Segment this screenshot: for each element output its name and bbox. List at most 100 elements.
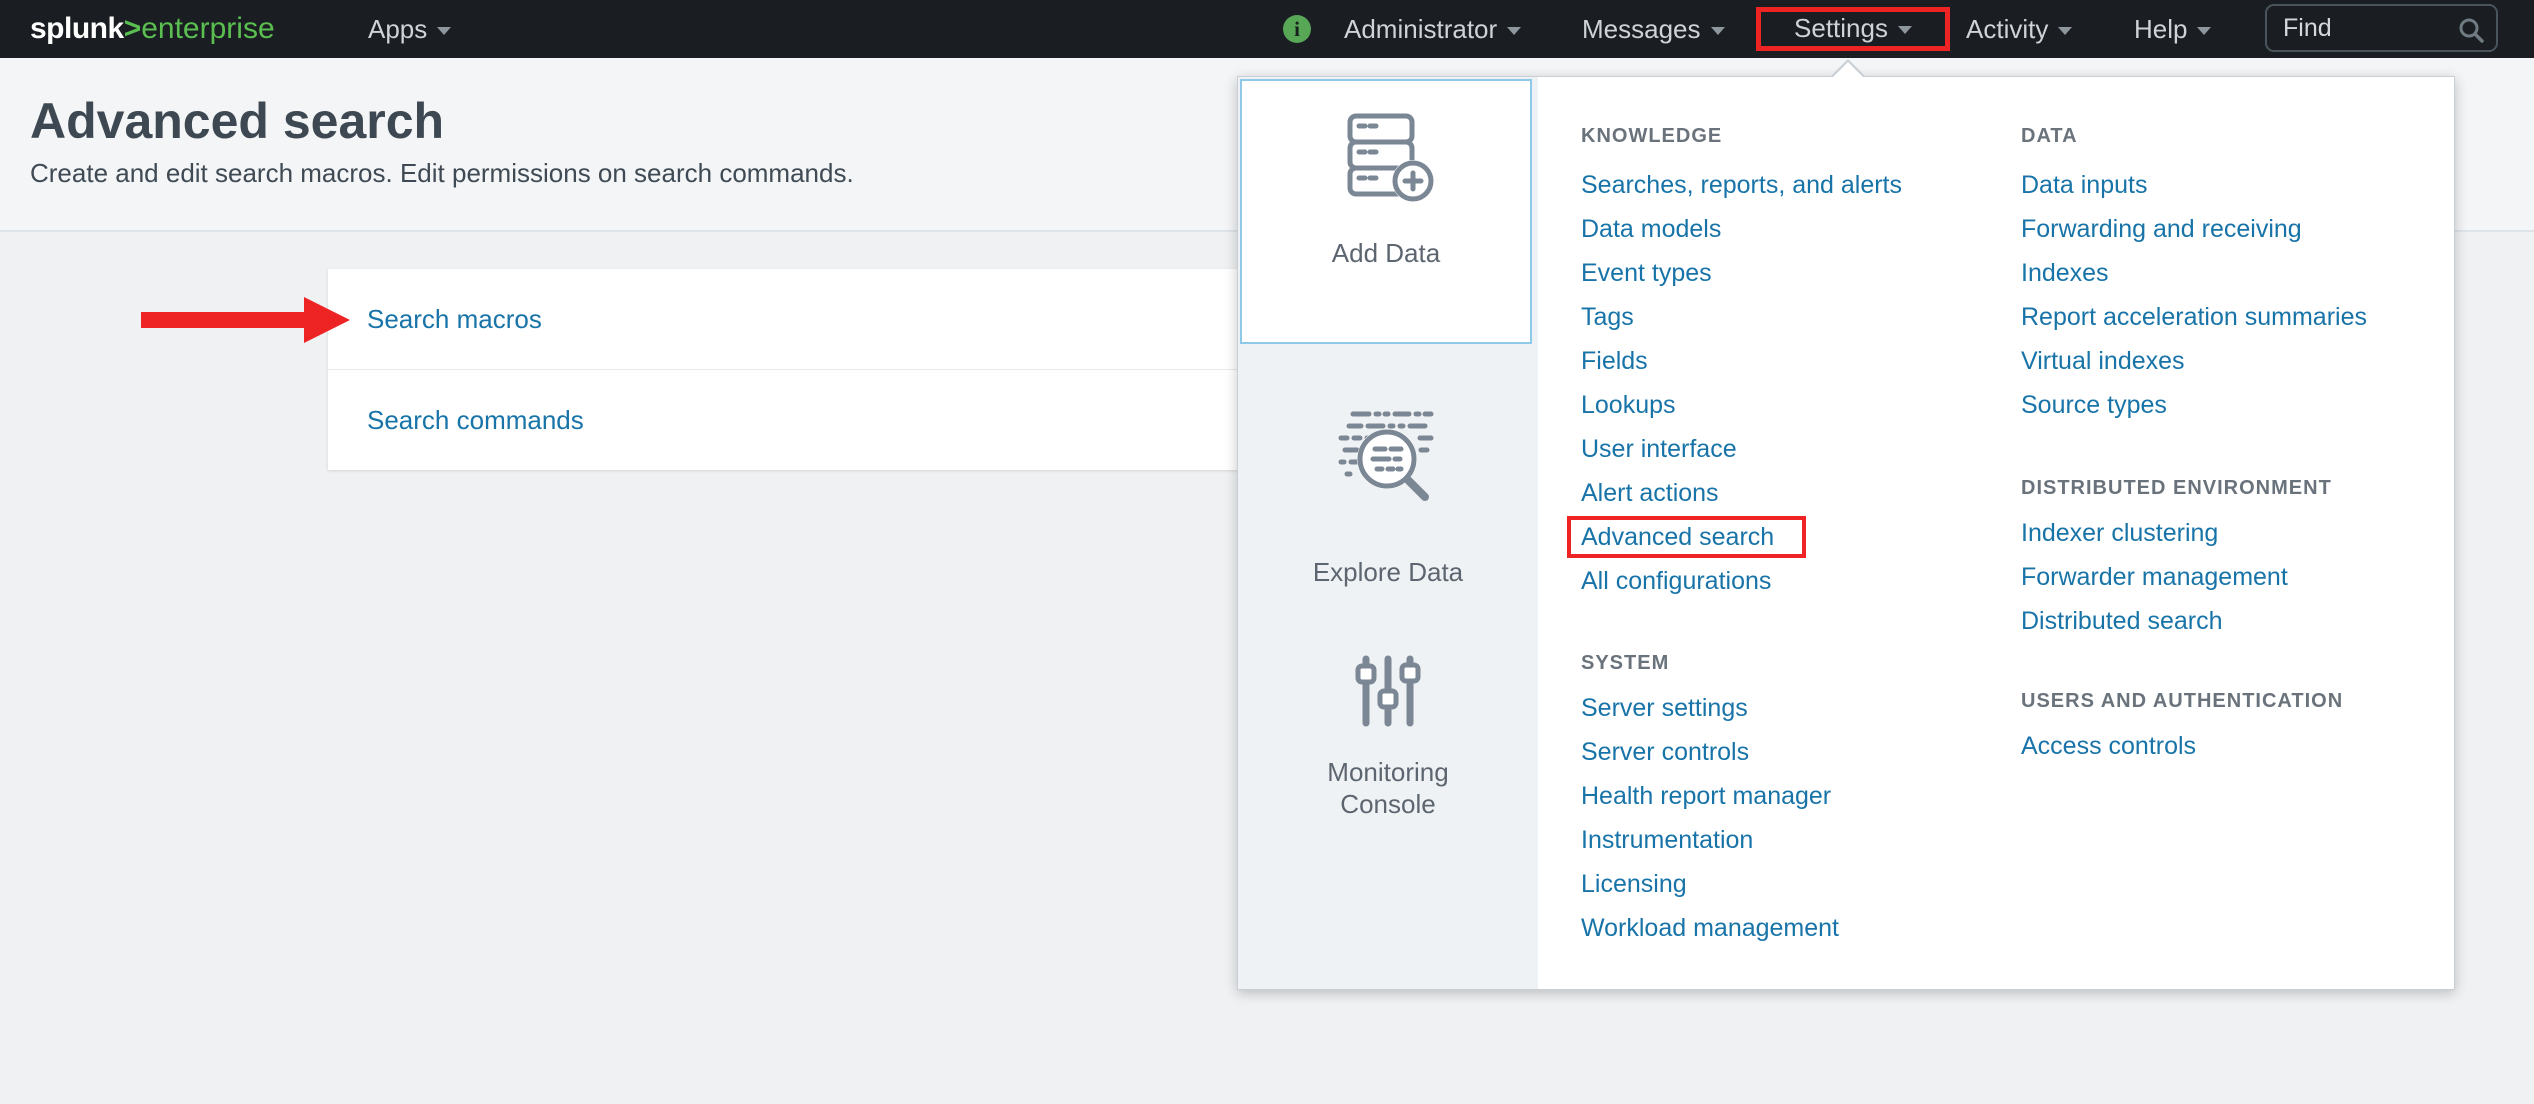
red-arrow-head (304, 297, 350, 343)
nav-settings-menu[interactable]: Settings (1761, 12, 1945, 46)
section-data: DATA Data inputs Forwarding and receivin… (2021, 123, 2451, 427)
nav-apps-menu[interactable]: Apps (368, 0, 451, 58)
settings-red-highlight-box: Settings (1756, 7, 1950, 51)
menu-item-indexer-clustering[interactable]: Indexer clustering (2021, 519, 2218, 547)
menu-item-event-types[interactable]: Event types (1581, 259, 1712, 287)
menu-item: Indexes (2021, 251, 2451, 295)
menu-item-server-settings[interactable]: Server settings (1581, 694, 1748, 722)
search-icon[interactable] (2458, 17, 2485, 44)
section-knowledge: KNOWLEDGE Searches, reports, and alerts … (1581, 123, 2001, 603)
menu-item-access-controls[interactable]: Access controls (2021, 732, 2196, 760)
nav-settings-label: Settings (1794, 13, 1888, 43)
nav-administrator-label: Administrator (1344, 14, 1497, 44)
menu-item: Event types (1581, 251, 2001, 295)
monitoring-console-tile[interactable]: Monitoring Console (1238, 653, 1538, 820)
menu-item-tags[interactable]: Tags (1581, 303, 1634, 331)
menu-item: Searches, reports, and alerts (1581, 163, 2001, 207)
menu-item: Lookups (1581, 383, 2001, 427)
chevron-down-icon (1711, 27, 1725, 35)
menu-item-searches-reports-alerts[interactable]: Searches, reports, and alerts (1581, 171, 1902, 199)
menu-item-alert-actions[interactable]: Alert actions (1581, 479, 1719, 507)
menu-item: Report acceleration summaries (2021, 295, 2451, 339)
nav-help-label: Help (2134, 14, 2187, 44)
chevron-down-icon (1898, 26, 1912, 34)
section-header-data: DATA (2021, 123, 2451, 149)
menu-item-forwarder-management[interactable]: Forwarder management (2021, 563, 2288, 591)
nav-messages-menu[interactable]: Messages (1582, 0, 1725, 58)
chevron-down-icon (437, 27, 451, 35)
find-search-input[interactable] (2267, 6, 2463, 50)
menu-item: Access controls (2021, 724, 2451, 768)
chevron-down-icon (1507, 27, 1521, 35)
menu-item: Forwarder management (2021, 555, 2451, 599)
menu-item-forwarding-receiving[interactable]: Forwarding and receiving (2021, 215, 2302, 243)
info-glyph: i (1294, 17, 1300, 41)
section-users-authentication: USERS AND AUTHENTICATION Access controls (2021, 688, 2451, 768)
search-macros-link[interactable]: Search macros (367, 304, 542, 334)
menu-item-source-types[interactable]: Source types (2021, 391, 2167, 419)
explore-data-icon (1335, 407, 1441, 511)
menu-item: Data inputs (2021, 163, 2451, 207)
section-header-knowledge: KNOWLEDGE (1581, 123, 2001, 149)
menu-item-fields[interactable]: Fields (1581, 347, 1648, 375)
menu-item-report-acceleration-summaries[interactable]: Report acceleration summaries (2021, 303, 2367, 331)
red-arrow-tail (141, 312, 304, 328)
menu-item-instrumentation[interactable]: Instrumentation (1581, 826, 1753, 854)
menu-item: Licensing (1581, 862, 2001, 906)
menu-item-workload-management[interactable]: Workload management (1581, 914, 1839, 942)
menu-item-virtual-indexes[interactable]: Virtual indexes (2021, 347, 2185, 375)
menu-item: Server settings (1581, 686, 2001, 730)
menu-item-licensing[interactable]: Licensing (1581, 870, 1687, 898)
find-search-box (2265, 4, 2498, 52)
menu-item: Indexer clustering (2021, 511, 2451, 555)
chevron-down-icon (2197, 27, 2211, 35)
splunk-logo[interactable]: splunk>enterprise (30, 0, 275, 58)
monitoring-console-label: Monitoring Console (1303, 756, 1473, 820)
explore-data-tile[interactable]: Explore Data (1238, 407, 1538, 588)
section-distributed-environment: DISTRIBUTED ENVIRONMENT Indexer clusteri… (2021, 475, 2451, 643)
menu-item: Instrumentation (1581, 818, 2001, 862)
menu-item-advanced-search[interactable]: Advanced search (1567, 516, 1806, 558)
info-icon[interactable]: i (1283, 15, 1311, 43)
menu-item-all-configurations[interactable]: All configurations (1581, 567, 1771, 595)
menu-item: Forwarding and receiving (2021, 207, 2451, 251)
explore-data-label: Explore Data (1238, 556, 1538, 588)
menu-item: Virtual indexes (2021, 339, 2451, 383)
menu-item-distributed-search[interactable]: Distributed search (2021, 607, 2222, 635)
logo-product: enterprise (141, 12, 274, 45)
menu-item-lookups[interactable]: Lookups (1581, 391, 1676, 419)
dropdown-icon-column: Add Data Explore Data (1238, 77, 1538, 989)
menu-item-data-models[interactable]: Data models (1581, 215, 1721, 243)
add-data-label: Add Data (1332, 237, 1440, 269)
section-header-distributed-environment: DISTRIBUTED ENVIRONMENT (2021, 475, 2451, 501)
menu-item: Alert actions (1581, 471, 2001, 515)
menu-item-data-inputs[interactable]: Data inputs (2021, 171, 2147, 199)
menu-item: Data models (1581, 207, 2001, 251)
menu-item: User interface (1581, 427, 2001, 471)
chevron-down-icon (2058, 27, 2072, 35)
nav-administrator-menu[interactable]: Administrator (1344, 0, 1521, 58)
menu-item: Fields (1581, 339, 2001, 383)
menu-item: Source types (2021, 383, 2451, 427)
database-add-icon (1336, 111, 1436, 203)
nav-help-menu[interactable]: Help (2134, 0, 2211, 58)
menu-item-user-interface[interactable]: User interface (1581, 435, 1737, 463)
section-header-system: SYSTEM (1581, 650, 2001, 676)
nav-apps-label: Apps (368, 14, 427, 44)
menu-item: Workload management (1581, 906, 2001, 950)
dropdown-notch-fill (1832, 62, 1864, 78)
monitoring-console-icon (1355, 653, 1421, 729)
settings-menu-dropdown: Add Data Explore Data (1237, 76, 2455, 990)
nav-activity-menu[interactable]: Activity (1966, 0, 2072, 58)
menu-item-health-report-manager[interactable]: Health report manager (1581, 782, 1831, 810)
menu-item: Tags (1581, 295, 2001, 339)
add-data-tile[interactable]: Add Data (1240, 79, 1532, 344)
menu-item: Server controls (1581, 730, 2001, 774)
menu-item-indexes[interactable]: Indexes (2021, 259, 2109, 287)
menu-item-server-controls[interactable]: Server controls (1581, 738, 1749, 766)
menu-item-advanced-search-red-box: Advanced search (1581, 515, 2001, 559)
search-commands-link[interactable]: Search commands (367, 405, 584, 435)
menu-item: Health report manager (1581, 774, 2001, 818)
section-header-users-authentication: USERS AND AUTHENTICATION (2021, 688, 2451, 714)
nav-activity-label: Activity (1966, 14, 2048, 44)
